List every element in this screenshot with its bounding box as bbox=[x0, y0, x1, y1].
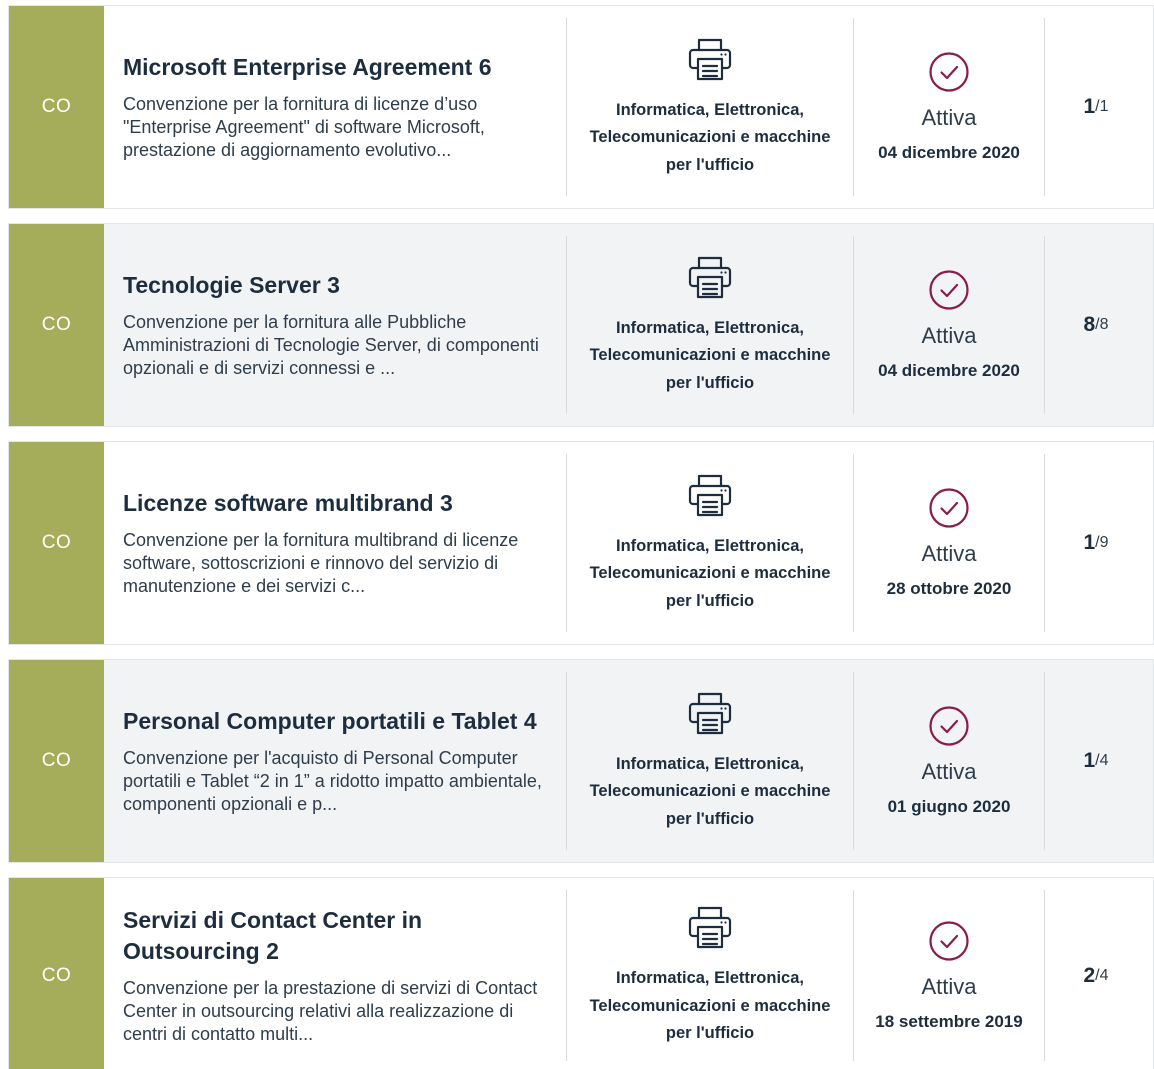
status-label: Attiva bbox=[921, 759, 977, 784]
category-label: Informatica, Elettronica, Telecomunicazi… bbox=[589, 318, 831, 392]
type-badge: CO bbox=[9, 442, 104, 644]
type-badge: CO bbox=[9, 660, 104, 862]
agreement-list: CO Microsoft Enterprise Agreement 6 Conv… bbox=[0, 0, 1154, 1069]
status-label: Attiva bbox=[921, 105, 977, 130]
item-description: Convenzione per l'acquisto di Personal C… bbox=[123, 748, 542, 814]
category-label: Informatica, Elettronica, Telecomunicazi… bbox=[589, 536, 831, 610]
status-date: 18 settembre 2019 bbox=[875, 1011, 1023, 1031]
printer-icon bbox=[688, 692, 732, 734]
category-label: Informatica, Elettronica, Telecomunicazi… bbox=[589, 754, 831, 828]
item-count: 1/4 bbox=[1045, 660, 1153, 862]
status-date: 04 dicembre 2020 bbox=[878, 143, 1020, 162]
item-title[interactable]: Servizi di Contact Center in Outsourcing… bbox=[123, 905, 550, 967]
item-info: Licenze software multibrand 3 Convenzion… bbox=[104, 442, 566, 644]
item-title[interactable]: Licenze software multibrand 3 bbox=[123, 488, 550, 519]
item-category: Informatica, Elettronica, Telecomunicazi… bbox=[567, 660, 853, 862]
item-count: 1/1 bbox=[1045, 6, 1153, 208]
item-info: Tecnologie Server 3 Convenzione per la f… bbox=[104, 224, 566, 426]
printer-icon bbox=[688, 474, 732, 516]
check-circle-icon bbox=[929, 706, 969, 746]
check-circle-icon bbox=[929, 270, 969, 310]
list-item[interactable]: CO Microsoft Enterprise Agreement 6 Conv… bbox=[8, 5, 1154, 209]
type-badge: CO bbox=[9, 6, 104, 208]
item-status: Attiva 28 ottobre 2020 bbox=[854, 442, 1044, 644]
count-total: /4 bbox=[1095, 966, 1109, 984]
item-title[interactable]: Microsoft Enterprise Agreement 6 bbox=[123, 52, 550, 83]
item-count: 8/8 bbox=[1045, 224, 1153, 426]
item-category: Informatica, Elettronica, Telecomunicazi… bbox=[567, 224, 853, 426]
status-date: 01 giugno 2020 bbox=[887, 797, 1011, 816]
item-title[interactable]: Personal Computer portatili e Tablet 4 bbox=[123, 706, 550, 737]
count-value: 1 bbox=[1083, 531, 1096, 554]
item-status: Attiva 01 giugno 2020 bbox=[854, 660, 1044, 862]
count-total: /4 bbox=[1095, 752, 1109, 769]
status-label: Attiva bbox=[921, 541, 977, 566]
item-description: Convenzione per la fornitura multibrand … bbox=[123, 530, 519, 596]
item-description: Convenzione per la fornitura alle Pubbli… bbox=[123, 312, 539, 378]
status-date: 04 dicembre 2020 bbox=[878, 361, 1020, 380]
printer-icon bbox=[688, 38, 732, 80]
list-item[interactable]: CO Servizi di Contact Center in Outsourc… bbox=[8, 877, 1154, 1069]
status-label: Attiva bbox=[921, 973, 977, 999]
status-date: 28 ottobre 2020 bbox=[886, 579, 1012, 598]
item-category: Informatica, Elettronica, Telecomunicazi… bbox=[567, 442, 853, 644]
item-count: 1/9 bbox=[1045, 442, 1153, 644]
count-value: 8 bbox=[1083, 313, 1096, 336]
count-total: /8 bbox=[1095, 316, 1109, 333]
item-status: Attiva 04 dicembre 2020 bbox=[854, 6, 1044, 208]
count-value: 2 bbox=[1083, 963, 1096, 987]
item-info: Microsoft Enterprise Agreement 6 Convenz… bbox=[104, 6, 566, 208]
category-label: Informatica, Elettronica, Telecomunicazi… bbox=[589, 100, 831, 174]
category-label: Informatica, Elettronica, Telecomunicazi… bbox=[589, 969, 831, 1043]
item-description: Convenzione per la fornitura di licenze … bbox=[123, 94, 485, 160]
item-category: Informatica, Elettronica, Telecomunicazi… bbox=[567, 878, 853, 1069]
check-circle-icon bbox=[929, 488, 969, 528]
item-status: Attiva 04 dicembre 2020 bbox=[854, 224, 1044, 426]
printer-icon bbox=[688, 907, 732, 949]
list-item[interactable]: CO Tecnologie Server 3 Convenzione per l… bbox=[8, 223, 1154, 427]
count-value: 1 bbox=[1083, 95, 1096, 118]
check-circle-icon bbox=[929, 52, 969, 92]
printer-icon bbox=[688, 256, 732, 298]
item-count: 2/4 bbox=[1045, 878, 1153, 1069]
item-status: Attiva 18 settembre 2019 bbox=[854, 878, 1044, 1069]
item-title[interactable]: Tecnologie Server 3 bbox=[123, 270, 550, 301]
item-info: Personal Computer portatili e Tablet 4 C… bbox=[104, 660, 566, 862]
count-total: /9 bbox=[1095, 534, 1109, 551]
count-total: /1 bbox=[1095, 98, 1109, 115]
type-badge: CO bbox=[9, 224, 104, 426]
list-item[interactable]: CO Personal Computer portatili e Tablet … bbox=[8, 659, 1154, 863]
count-value: 1 bbox=[1083, 749, 1096, 772]
item-category: Informatica, Elettronica, Telecomunicazi… bbox=[567, 6, 853, 208]
status-label: Attiva bbox=[921, 323, 977, 348]
check-circle-icon bbox=[929, 920, 969, 961]
item-info: Servizi di Contact Center in Outsourcing… bbox=[104, 878, 566, 1069]
item-description: Convenzione per la prestazione di serviz… bbox=[123, 978, 538, 1044]
list-item[interactable]: CO Licenze software multibrand 3 Convenz… bbox=[8, 441, 1154, 645]
type-badge: CO bbox=[9, 878, 104, 1069]
